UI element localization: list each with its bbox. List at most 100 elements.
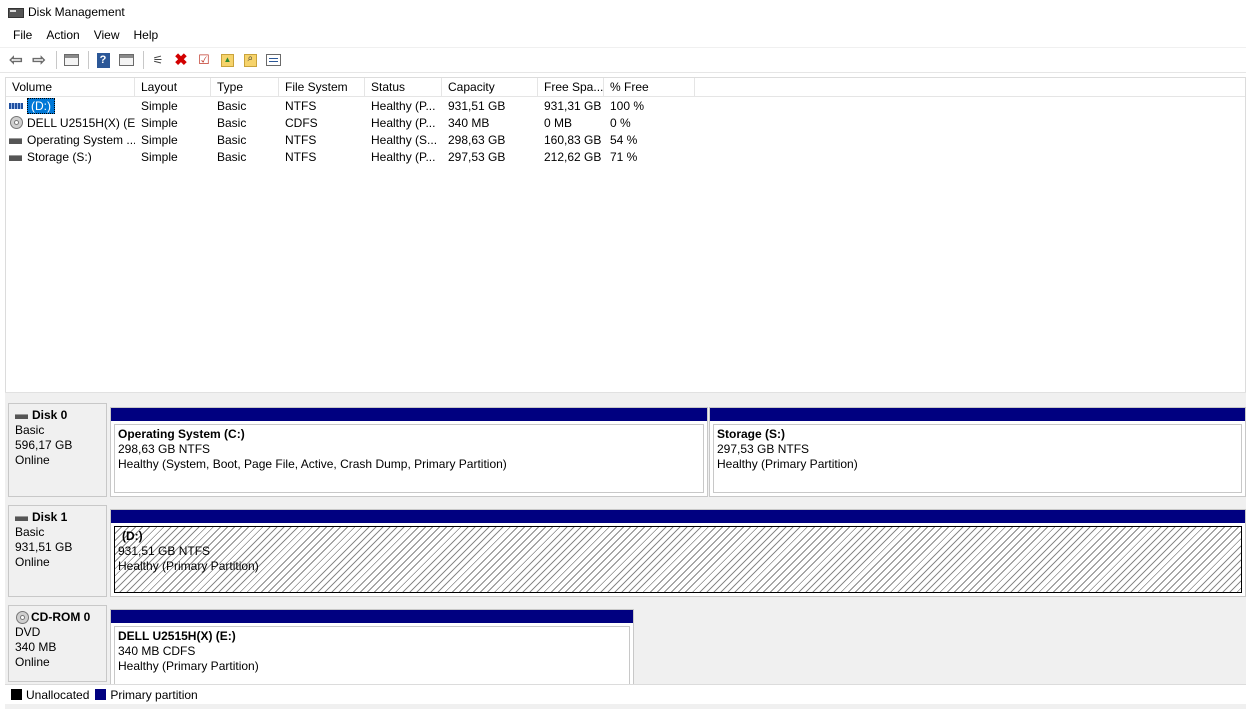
disk-name: Disk 0 (32, 408, 68, 422)
partition-size: 931,51 GB NTFS (118, 544, 211, 558)
column-header-layout[interactable]: Layout (135, 78, 211, 97)
volume-capacity: 340 MB (448, 115, 490, 130)
disk-map-panel: Disk 0 Basic 596,17 GB Online Operating … (5, 397, 1246, 709)
disk-state: Online (15, 555, 50, 569)
menu-help[interactable]: Help (127, 25, 166, 45)
disk-size: 340 MB (15, 640, 57, 654)
disk-label[interactable]: CD-ROM 0 DVD 340 MB Online (8, 605, 107, 682)
volume-list-header: Volume Layout Type File System Status Ca… (6, 78, 1245, 97)
volume-type: Basic (217, 98, 247, 113)
volume-file-system: NTFS (285, 149, 317, 164)
menu-file[interactable]: File (6, 25, 39, 45)
hard-disk-icon (15, 513, 29, 522)
partition-name: Storage (S:) (717, 427, 786, 441)
connect-disk-button[interactable]: ⚟ (148, 50, 168, 70)
forward-button[interactable]: ⇨ (29, 50, 49, 70)
cd-drive-icon (15, 610, 29, 625)
column-header-volume[interactable]: Volume (6, 78, 135, 97)
volume-status: Healthy (P... (371, 98, 436, 113)
window-title: Disk Management (28, 5, 125, 19)
column-header-capacity[interactable]: Capacity (442, 78, 538, 97)
folder-up-icon (220, 53, 234, 67)
folder-search-button[interactable] (240, 50, 260, 70)
partition-size: 298,63 GB NTFS (118, 442, 211, 456)
volume-percent-free: 100 % (610, 98, 645, 113)
show-hide-icon (118, 54, 134, 66)
partition-status: Healthy (Primary Partition) (118, 559, 259, 573)
disk-size: 931,51 GB (15, 540, 73, 554)
help-button[interactable]: ? (93, 50, 113, 70)
volume-row[interactable]: Storage (S:) Simple Basic NTFS Healthy (… (6, 148, 1245, 165)
volume-row[interactable]: (D:) Simple Basic NTFS Healthy (P... 931… (6, 97, 1245, 114)
delete-button[interactable]: ✖ (171, 50, 191, 70)
cd-drive-icon (9, 115, 23, 130)
properties-icon (265, 54, 281, 66)
disk-type: Basic (15, 525, 45, 539)
drive-icon (9, 135, 23, 145)
volume-name: Storage (S:) (27, 149, 92, 164)
properties-button[interactable] (263, 50, 283, 70)
check-button[interactable]: ☑ (194, 50, 214, 70)
volume-list[interactable]: Volume Layout Type File System Status Ca… (5, 77, 1246, 392)
volume-status: Healthy (S... (371, 132, 438, 147)
partition-bar (710, 408, 1245, 421)
disk-type: Basic (15, 423, 45, 437)
volume-layout: Simple (141, 98, 178, 113)
column-header-type[interactable]: Type (211, 78, 279, 97)
column-header-free-space[interactable]: Free Spa... (538, 78, 604, 97)
partition-block[interactable]: DELL U2515H(X) (E:) 340 MB CDFS Healthy … (110, 609, 634, 689)
legend: Unallocated Primary partition (5, 684, 1246, 704)
disk-label[interactable]: Disk 0 Basic 596,17 GB Online (8, 403, 107, 497)
column-header-percent-free[interactable]: % Free (604, 78, 695, 97)
volume-capacity: 298,63 GB (448, 132, 506, 147)
toolbar-separator (56, 51, 57, 69)
volume-type: Basic (217, 132, 247, 147)
console-tree-button[interactable] (61, 50, 81, 70)
partition-block[interactable]: Operating System (C:) 298,63 GB NTFS Hea… (110, 407, 708, 497)
disk-size: 596,17 GB (15, 438, 73, 452)
menu-view[interactable]: View (87, 25, 127, 45)
menu-action[interactable]: Action (39, 25, 86, 45)
volume-name: Operating System ... (27, 132, 135, 147)
column-header-file-system[interactable]: File System (279, 78, 365, 97)
volume-type: Basic (217, 115, 247, 130)
partition-status: Healthy (System, Boot, Page File, Active… (118, 457, 507, 471)
partition-size: 340 MB CDFS (118, 644, 196, 658)
drive-icon (9, 152, 23, 162)
volume-row[interactable]: DELL U2515H(X) (E:) Simple Basic CDFS He… (6, 114, 1245, 131)
volume-row[interactable]: Operating System ... Simple Basic NTFS H… (6, 131, 1245, 148)
hard-disk-icon (15, 411, 29, 420)
volume-layout: Simple (141, 132, 178, 147)
volume-status: Healthy (P... (371, 115, 436, 130)
volume-name: (D:) (27, 97, 55, 114)
volume-layout: Simple (141, 149, 178, 164)
folder-up-button[interactable] (217, 50, 237, 70)
volume-free-space: 931,31 GB (544, 98, 602, 113)
volume-file-system: CDFS (285, 115, 318, 130)
disk-type: DVD (15, 625, 41, 639)
toolbar-separator (143, 51, 144, 69)
disk-label[interactable]: Disk 1 Basic 931,51 GB Online (8, 505, 107, 597)
forward-icon: ⇨ (32, 52, 46, 69)
drive-icon (9, 101, 23, 111)
partition-name: (D:) (122, 529, 143, 543)
connect-disk-icon: ⚟ (152, 53, 164, 67)
legend-unallocated: Unallocated (26, 687, 90, 702)
disk-state: Online (15, 655, 50, 669)
toolbar-separator (88, 51, 89, 69)
partition-name: DELL U2515H(X) (E:) (118, 629, 236, 643)
console-tree-icon (63, 54, 79, 66)
partition-block-selected[interactable]: (D:) 931,51 GB NTFS Healthy (Primary Par… (110, 509, 1246, 597)
disk-row: Disk 1 Basic 931,51 GB Online (D:) 931,5… (5, 499, 1246, 599)
show-hide-button[interactable] (116, 50, 136, 70)
column-header-status[interactable]: Status (365, 78, 442, 97)
partition-block[interactable]: Storage (S:) 297,53 GB NTFS Healthy (Pri… (709, 407, 1246, 497)
unallocated-swatch (11, 689, 22, 700)
volume-name: DELL U2515H(X) (E:) (27, 115, 135, 130)
partition-bar (111, 610, 633, 623)
volume-capacity: 931,51 GB (448, 98, 506, 113)
partition-bar (111, 510, 1245, 523)
back-button[interactable]: ⇦ (6, 50, 26, 70)
disk-state: Online (15, 453, 50, 467)
folder-search-icon (243, 53, 257, 67)
